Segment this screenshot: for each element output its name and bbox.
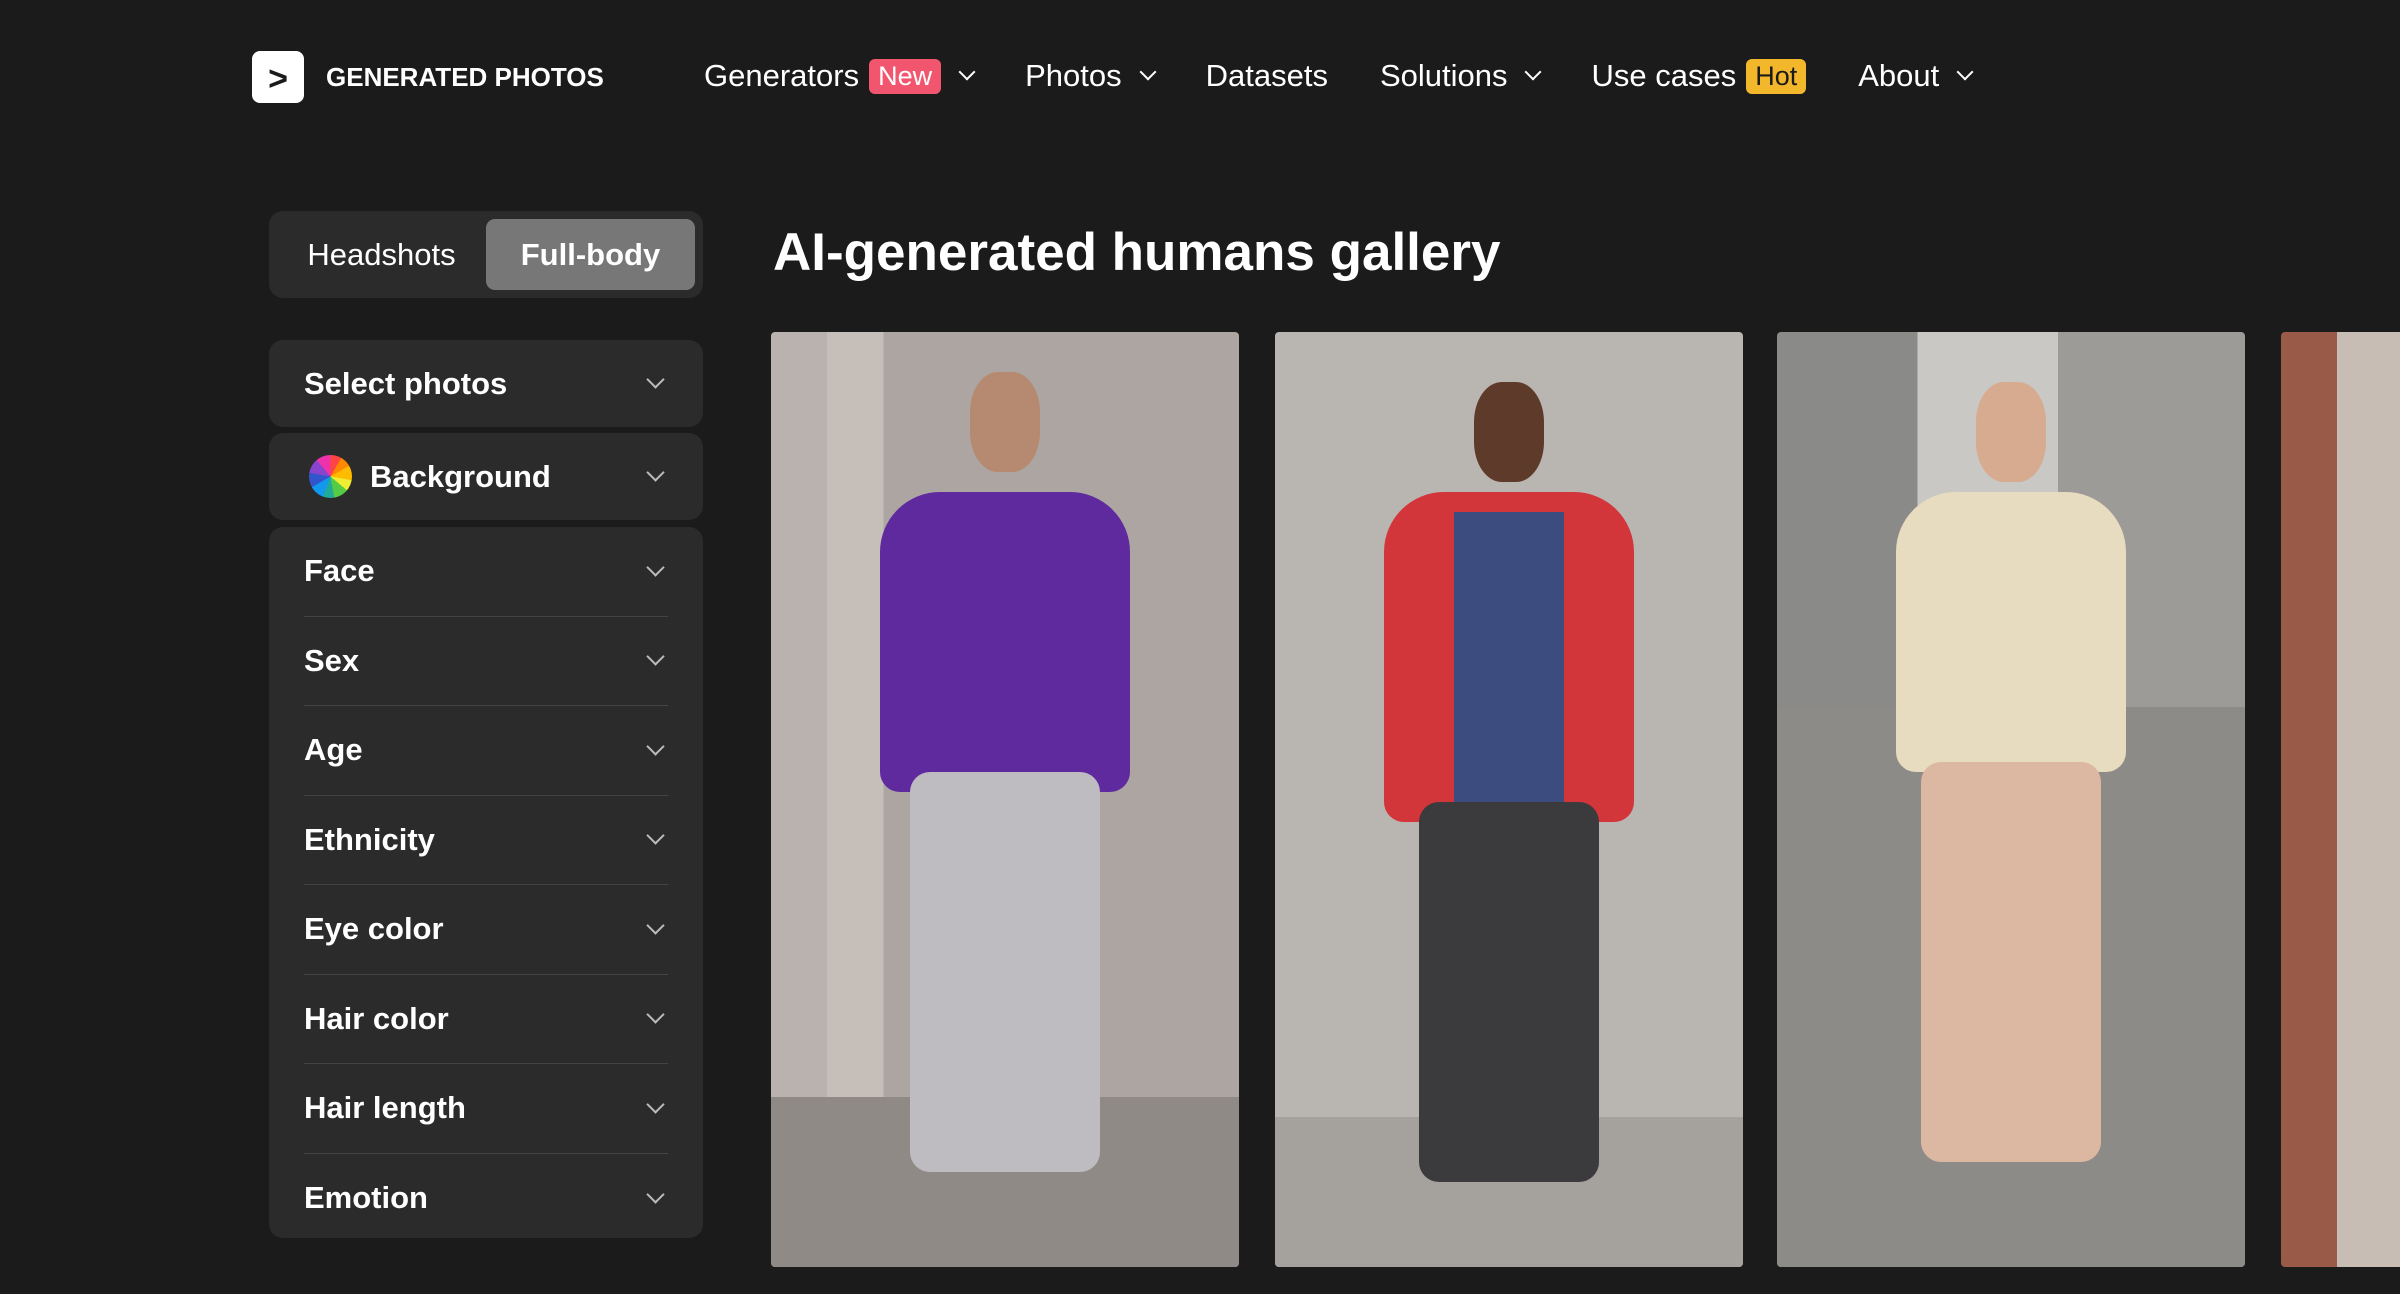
- photo-type-toggle: Headshots Full-body: [269, 211, 703, 298]
- filter-label: Emotion: [304, 1180, 428, 1216]
- nav-datasets[interactable]: Datasets: [1206, 58, 1328, 94]
- filter-sex[interactable]: Sex: [304, 617, 668, 706]
- filter-label: Sex: [304, 642, 360, 678]
- filter-label: Ethnicity: [304, 821, 435, 857]
- nav-generators[interactable]: Generators New: [704, 58, 976, 94]
- filter-age[interactable]: Age: [304, 706, 668, 796]
- person-sweater: [880, 492, 1130, 792]
- chevron-down-icon: [1956, 63, 1974, 81]
- chevron-down-icon: [646, 737, 665, 756]
- filter-group: Face Sex Age Ethnicity Eye color Hair co…: [269, 527, 703, 1238]
- filter-label: Age: [304, 732, 363, 768]
- color-wheel-icon: [309, 455, 352, 498]
- person-top: [1896, 492, 2126, 772]
- filter-label: Hair length: [304, 1090, 466, 1126]
- background-dropdown[interactable]: Background: [269, 433, 703, 520]
- nav-about[interactable]: About: [1858, 58, 1974, 94]
- chevron-down-icon: [646, 826, 665, 845]
- gallery-photo[interactable]: [2281, 332, 2400, 1267]
- main-nav: Generators New Photos Datasets Solutions …: [704, 52, 2023, 100]
- nav-label: Use cases: [1591, 58, 1737, 93]
- chevron-down-icon: [646, 463, 665, 482]
- filter-hair-color[interactable]: Hair color: [304, 975, 668, 1064]
- filter-label: Hair color: [304, 1000, 449, 1036]
- nav-label: Datasets: [1205, 58, 1328, 93]
- gallery-photo[interactable]: [1777, 332, 2245, 1267]
- chevron-down-icon: [646, 647, 665, 666]
- person-head: [1474, 382, 1544, 482]
- nav-label: Photos: [1025, 58, 1122, 93]
- chevron-down-icon: [646, 1005, 665, 1024]
- filter-eye-color[interactable]: Eye color: [304, 885, 668, 975]
- chevron-down-icon: [646, 1185, 665, 1204]
- chevron-down-icon: [958, 63, 976, 81]
- tab-full-body[interactable]: Full-body: [486, 219, 695, 290]
- page-title: AI-generated humans gallery: [773, 223, 1501, 282]
- select-photos-label: Select photos: [304, 365, 508, 401]
- nav-solutions[interactable]: Solutions: [1379, 58, 1542, 94]
- nav-label: Generators: [704, 58, 860, 93]
- nav-label: About: [1858, 58, 1940, 93]
- logo-text: GENERATED PHOTOS: [326, 61, 604, 92]
- gallery-photo[interactable]: [1275, 332, 1743, 1267]
- logo[interactable]: > GENERATED PHOTOS: [252, 51, 604, 103]
- person-pants: [910, 772, 1100, 1172]
- person-head: [1976, 382, 2046, 482]
- filter-label: Eye color: [304, 911, 444, 947]
- filter-emotion[interactable]: Emotion: [304, 1154, 668, 1244]
- filter-hair-length[interactable]: Hair length: [304, 1064, 668, 1154]
- nav-label: Solutions: [1379, 58, 1508, 93]
- person-legs: [1921, 762, 2101, 1162]
- chevron-down-icon: [1139, 63, 1157, 81]
- hot-badge: Hot: [1746, 58, 1807, 94]
- filter-label: Face: [304, 553, 375, 589]
- chevron-down-icon: [1524, 63, 1542, 81]
- filter-ethnicity[interactable]: Ethnicity: [304, 796, 668, 885]
- background-label: Background: [370, 458, 551, 494]
- logo-icon: >: [252, 51, 304, 103]
- nav-photos[interactable]: Photos: [1025, 58, 1157, 94]
- nav-use-cases[interactable]: Use cases Hot: [1591, 58, 1807, 94]
- person-shirt: [1454, 512, 1564, 802]
- new-badge: New: [869, 58, 942, 94]
- chevron-down-icon: [646, 916, 665, 935]
- filter-face[interactable]: Face: [304, 527, 668, 617]
- tab-headshots[interactable]: Headshots: [277, 219, 486, 290]
- gallery-photo[interactable]: [771, 332, 1239, 1267]
- select-photos-dropdown[interactable]: Select photos: [269, 340, 703, 427]
- person-pants: [1419, 802, 1599, 1182]
- chevron-down-icon: [646, 1095, 665, 1114]
- chevron-down-icon: [646, 558, 665, 577]
- chevron-down-icon: [646, 370, 665, 389]
- person-head: [970, 372, 1040, 472]
